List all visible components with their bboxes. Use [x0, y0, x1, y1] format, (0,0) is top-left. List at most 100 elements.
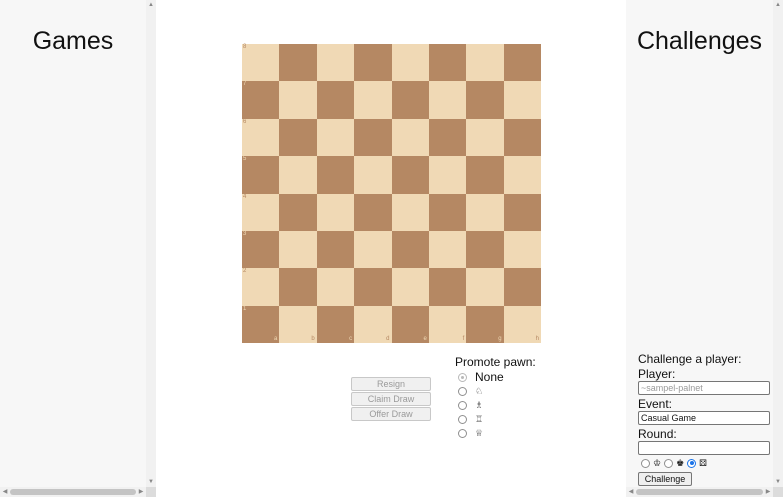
board-square-h6[interactable]	[503, 118, 541, 157]
claim-draw-button[interactable]: Claim Draw	[351, 392, 431, 406]
board-square-e2[interactable]	[391, 268, 429, 306]
board-square-d3[interactable]	[354, 230, 392, 269]
board-square-e4[interactable]	[391, 193, 429, 231]
board-square-f5[interactable]	[428, 156, 467, 194]
player-input[interactable]	[638, 381, 770, 395]
board-square-b4[interactable]	[279, 193, 317, 231]
board-square-a3[interactable]: 3	[242, 230, 280, 269]
board-square-a1[interactable]: 1a	[242, 305, 280, 343]
board-square-c7[interactable]	[316, 81, 355, 119]
board-square-g6[interactable]	[466, 118, 504, 157]
board-square-c4[interactable]	[316, 193, 355, 231]
offer-draw-button[interactable]: Offer Draw	[351, 407, 431, 421]
board-square-f3[interactable]	[428, 230, 467, 269]
board-square-b6[interactable]	[279, 118, 317, 157]
board-square-h1[interactable]: h	[503, 305, 541, 343]
color-radio-random[interactable]	[687, 458, 697, 468]
board-square-e6[interactable]	[391, 118, 429, 157]
board-square-c2[interactable]	[316, 268, 355, 306]
board-square-a5[interactable]: 5	[242, 156, 280, 194]
promote-radio-queen[interactable]	[458, 428, 467, 438]
color-radio-white[interactable]	[641, 458, 650, 468]
board-square-b1[interactable]: b	[279, 305, 317, 343]
board-square-c1[interactable]: c	[316, 305, 355, 343]
board-square-b7[interactable]	[279, 81, 317, 119]
board-square-f4[interactable]	[428, 193, 467, 231]
board-square-c5[interactable]	[316, 156, 355, 194]
board-square-e3[interactable]	[391, 230, 429, 269]
games-scrollbar[interactable]: ▲ ▼	[146, 0, 156, 487]
board-square-a4[interactable]: 4	[242, 193, 280, 231]
promote-option-bishop[interactable]: ♗	[458, 399, 483, 411]
board-square-g4[interactable]	[466, 193, 504, 231]
resign-button[interactable]: Resign	[351, 377, 431, 391]
board-square-a6[interactable]: 6	[242, 118, 280, 157]
board-square-g3[interactable]	[466, 230, 504, 269]
board-square-c8[interactable]	[316, 44, 355, 82]
scroll-left-arrow-icon[interactable]: ◀	[626, 487, 636, 497]
board-square-d8[interactable]	[354, 44, 392, 82]
board-square-e7[interactable]	[391, 81, 429, 119]
board-square-h2[interactable]	[503, 268, 541, 306]
board-square-d4[interactable]	[354, 193, 392, 231]
board-square-f6[interactable]	[428, 118, 467, 157]
scroll-thumb[interactable]	[636, 489, 763, 495]
board-square-h3[interactable]	[503, 230, 541, 269]
challenge-button[interactable]: Challenge	[638, 472, 692, 486]
board-square-f8[interactable]	[428, 44, 467, 82]
board-square-b2[interactable]	[279, 268, 317, 306]
promote-radio-knight[interactable]	[458, 386, 467, 396]
challenges-scrollbar[interactable]: ▲ ▼	[773, 0, 783, 487]
scroll-up-arrow-icon[interactable]: ▲	[773, 0, 783, 10]
board-square-d2[interactable]	[354, 268, 392, 306]
board-square-b3[interactable]	[279, 230, 317, 269]
scroll-down-arrow-icon[interactable]: ▼	[146, 477, 156, 487]
board-square-d1[interactable]: d	[354, 305, 392, 343]
scroll-right-arrow-icon[interactable]: ▶	[763, 487, 773, 497]
board-square-c3[interactable]	[316, 230, 355, 269]
event-input[interactable]	[638, 411, 770, 425]
board-square-a7[interactable]: 7	[242, 81, 280, 119]
chessboard[interactable]: 87654321abcdefgh	[242, 44, 541, 343]
board-square-g2[interactable]	[466, 268, 504, 306]
board-square-e8[interactable]	[391, 44, 429, 82]
scroll-right-arrow-icon[interactable]: ▶	[136, 487, 146, 497]
board-square-e1[interactable]: e	[391, 305, 429, 343]
board-square-h4[interactable]	[503, 193, 541, 231]
promote-option-rook[interactable]: ♖	[458, 413, 483, 425]
board-square-b5[interactable]	[279, 156, 317, 194]
board-square-h8[interactable]	[503, 44, 541, 82]
board-square-a8[interactable]: 8	[242, 44, 280, 82]
board-square-f1[interactable]: f	[428, 305, 467, 343]
board-square-b8[interactable]	[279, 44, 317, 82]
scroll-left-arrow-icon[interactable]: ◀	[0, 487, 10, 497]
board-square-d7[interactable]	[354, 81, 392, 119]
color-radio-black[interactable]	[664, 458, 674, 468]
board-square-d6[interactable]	[354, 118, 392, 157]
games-hscrollbar[interactable]: ◀ ▶	[0, 487, 146, 497]
board-square-e5[interactable]	[391, 156, 429, 194]
board-square-g7[interactable]	[466, 81, 504, 119]
promote-radio-none[interactable]	[458, 372, 467, 382]
board-square-g1[interactable]: g	[466, 305, 504, 343]
board-square-h5[interactable]	[503, 156, 541, 194]
scroll-thumb[interactable]	[10, 489, 136, 495]
board-square-f7[interactable]	[428, 81, 467, 119]
board-square-d5[interactable]	[354, 156, 392, 194]
board-square-g5[interactable]	[466, 156, 504, 194]
board-square-h7[interactable]	[503, 81, 541, 119]
promote-option-queen[interactable]: ♕	[458, 427, 483, 439]
promote-radio-rook[interactable]	[458, 414, 467, 424]
board-square-a2[interactable]: 2	[242, 268, 280, 306]
challenges-hscrollbar[interactable]: ◀ ▶	[626, 487, 773, 497]
round-input[interactable]	[638, 441, 770, 455]
board-square-f2[interactable]	[428, 268, 467, 306]
scroll-down-arrow-icon[interactable]: ▼	[773, 477, 783, 487]
board-square-g8[interactable]	[466, 44, 504, 82]
games-title: Games	[32, 27, 114, 55]
promote-radio-bishop[interactable]	[458, 400, 467, 410]
promote-option-none[interactable]: None	[458, 370, 504, 384]
promote-option-knight[interactable]: ♘	[458, 385, 483, 397]
scroll-up-arrow-icon[interactable]: ▲	[146, 0, 156, 10]
board-square-c6[interactable]	[316, 118, 355, 157]
